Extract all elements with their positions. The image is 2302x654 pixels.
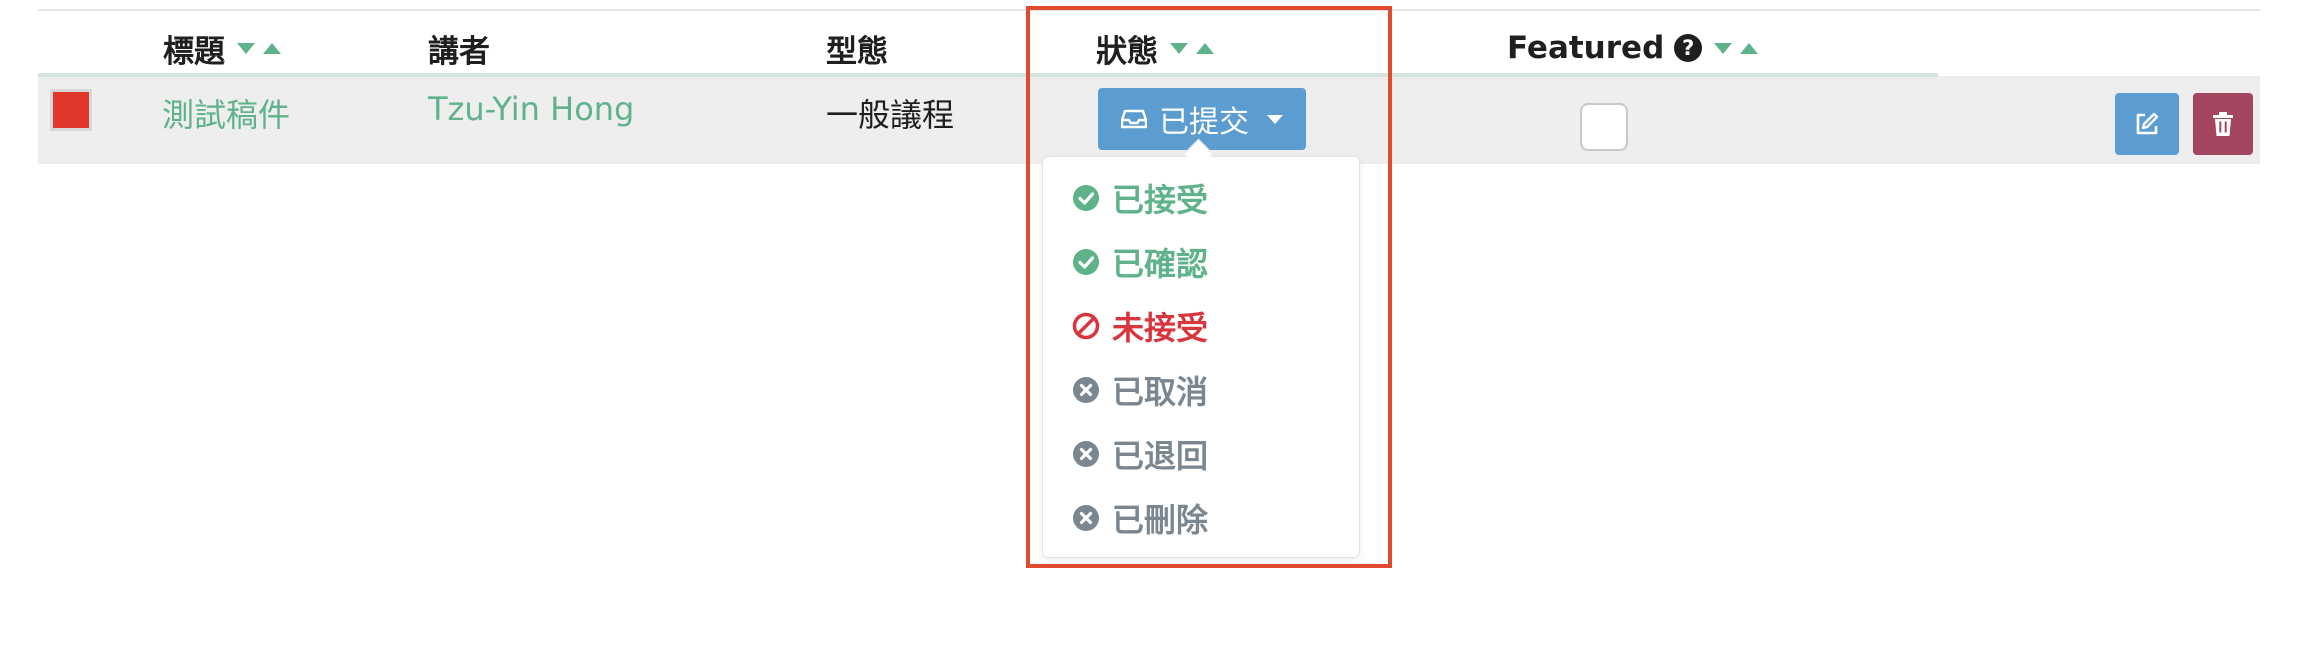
- status-option-rejected[interactable]: 未接受: [1072, 303, 1208, 349]
- ban-icon: [1072, 312, 1100, 340]
- sort-desc-icon[interactable]: [1170, 42, 1188, 54]
- sort-controls[interactable]: [237, 42, 281, 54]
- edit-icon: [2136, 112, 2159, 135]
- sort-desc-icon[interactable]: [1714, 42, 1733, 54]
- sort-controls[interactable]: [1714, 42, 1759, 54]
- column-header-title[interactable]: 標題: [163, 22, 281, 74]
- status-option-label: 已確認: [1112, 245, 1209, 283]
- x-circle-icon: [1073, 441, 1099, 467]
- check-circle-icon: [1073, 185, 1099, 211]
- sort-asc-icon[interactable]: [1196, 42, 1214, 54]
- column-header-type: 型態: [826, 22, 888, 74]
- featured-checkbox[interactable]: [1580, 103, 1628, 151]
- sort-asc-icon[interactable]: [1740, 42, 1759, 54]
- status-option-deleted[interactable]: 已刪除: [1072, 495, 1208, 541]
- title-link[interactable]: 測試稿件: [162, 90, 290, 136]
- status-option-cancelled[interactable]: 已取消: [1072, 367, 1208, 413]
- row-divider: [38, 73, 1938, 77]
- inbox-icon: [1121, 109, 1147, 129]
- row-color-swatch: [50, 89, 92, 131]
- status-option-label: 已刪除: [1112, 501, 1209, 539]
- trash-icon: [2213, 112, 2233, 136]
- column-header-label: Featured: [1507, 30, 1665, 66]
- status-dropdown-button[interactable]: 已提交: [1098, 88, 1306, 150]
- check-circle-icon: [1073, 249, 1099, 275]
- column-header-status[interactable]: 狀態: [1096, 22, 1214, 74]
- status-option-label: 未接受: [1112, 309, 1209, 347]
- edit-button[interactable]: [2115, 93, 2179, 155]
- delete-button[interactable]: [2193, 93, 2253, 155]
- column-header-label: 講者: [428, 33, 490, 70]
- sort-asc-icon[interactable]: [263, 42, 281, 54]
- status-option-accepted[interactable]: 已接受: [1072, 175, 1208, 221]
- table-top-border: [38, 9, 2260, 11]
- column-header-label: 標題: [163, 33, 225, 70]
- status-option-label: 已取消: [1112, 373, 1209, 411]
- x-circle-icon: [1073, 505, 1099, 531]
- status-option-confirmed[interactable]: 已確認: [1072, 239, 1208, 285]
- caret-down-icon: [1267, 114, 1283, 124]
- speaker-link[interactable]: Tzu-Yin Hong: [428, 90, 634, 128]
- status-option-label: 已退回: [1112, 437, 1209, 475]
- sort-controls[interactable]: [1170, 42, 1214, 54]
- column-header-featured[interactable]: Featured ?: [1507, 22, 1759, 74]
- column-header-speaker: 講者: [428, 22, 490, 74]
- status-option-returned[interactable]: 已退回: [1072, 431, 1208, 477]
- question-circle-icon[interactable]: ?: [1674, 34, 1703, 62]
- column-header-label: 狀態: [1096, 33, 1158, 70]
- x-circle-icon: [1073, 377, 1099, 403]
- sort-desc-icon[interactable]: [237, 42, 255, 54]
- status-option-label: 已接受: [1112, 181, 1209, 219]
- type-value: 一般議程: [826, 96, 955, 134]
- column-header-label: 型態: [826, 33, 888, 70]
- status-button-label: 已提交: [1159, 105, 1249, 140]
